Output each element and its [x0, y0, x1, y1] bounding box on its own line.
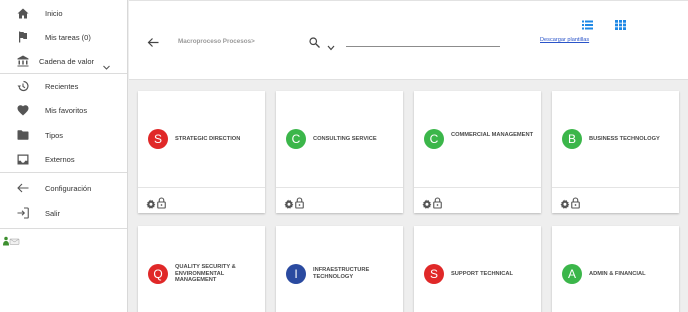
sidebar-item-configuracion[interactable]: Configuración — [0, 176, 127, 200]
sidebar-item-recientes[interactable]: Recientes — [0, 74, 127, 98]
sidebar-item-salir[interactable]: Salir — [0, 201, 127, 225]
card-title: SUPPORT TECHNICAL — [451, 270, 513, 277]
card-avatar: Q — [148, 264, 168, 284]
sidebar-item-label: Inicio — [45, 8, 63, 18]
card-footer — [552, 187, 679, 213]
sidebar-item-label: Mis favoritos — [45, 105, 88, 115]
lock-icon[interactable] — [571, 196, 580, 209]
bank-icon — [17, 54, 29, 68]
card-footer — [276, 187, 403, 213]
gear-icon[interactable] — [559, 197, 570, 209]
inbox-icon — [17, 152, 29, 166]
card-footer — [138, 187, 265, 213]
sidebar-item-label: Recientes — [45, 81, 79, 91]
back-arrow-icon[interactable] — [147, 35, 161, 47]
sidebar-item-label: Externos — [45, 154, 75, 164]
search-icon[interactable] — [309, 35, 320, 48]
download-templates-link[interactable]: Descargar plantillas — [540, 37, 589, 43]
sidebar-item-label: Configuración — [45, 183, 92, 193]
card-title: INFRAESTRUCTURE TECHNOLOGY — [313, 267, 370, 280]
grid-view-icon[interactable] — [615, 17, 626, 30]
user-status-icon[interactable] — [3, 233, 21, 246]
list-view-icon[interactable] — [582, 17, 593, 30]
lock-icon[interactable] — [295, 196, 304, 209]
sidebar-item-cadena-de-valor[interactable]: Cadena de valor — [0, 49, 127, 73]
folder-icon — [17, 128, 29, 142]
card-title: ADMIN & FINANCIAL — [589, 270, 646, 277]
gear-icon[interactable] — [145, 197, 156, 209]
card-title: BUSINESS TECHNOLOGY — [589, 135, 660, 142]
arrow-left-icon — [17, 181, 29, 195]
card-avatar: S — [148, 129, 168, 149]
lock-icon[interactable] — [157, 196, 166, 209]
card-avatar: C — [286, 129, 306, 149]
process-card[interactable]: S SUPPORT TECHNICAL — [414, 226, 541, 312]
card-avatar: A — [562, 264, 582, 284]
process-card[interactable]: S STRATEGIC DIRECTION — [138, 91, 265, 213]
sidebar-item-mis-tareas[interactable]: Mis tareas (0) — [0, 25, 127, 49]
lock-icon[interactable] — [433, 196, 442, 209]
sidebar-item-label: Tipos — [45, 130, 64, 140]
sidebar-item-inicio[interactable]: Inicio — [0, 1, 127, 25]
logout-icon — [17, 206, 29, 220]
search-input[interactable] — [346, 31, 500, 47]
heart-icon — [17, 103, 29, 117]
sidebar-item-label: Salir — [45, 208, 61, 218]
flag-icon — [17, 30, 29, 44]
card-title: COMMERCIAL MANAGEMENT — [451, 132, 534, 139]
sidebar-item-label: Cadena de valor — [39, 56, 95, 66]
process-card[interactable]: B BUSINESS TECHNOLOGY — [552, 91, 679, 213]
sidebar-item-label: Mis tareas (0) — [45, 32, 91, 42]
process-card[interactable]: Q QUALITY SECURITY & ENVIRONMENTAL MANAGE… — [138, 226, 265, 312]
gear-icon[interactable] — [283, 197, 294, 209]
card-avatar: S — [424, 264, 444, 284]
process-card[interactable]: C COMMERCIAL MANAGEMENT — [414, 91, 541, 213]
card-title: CONSULTING SERVICE — [313, 135, 377, 142]
card-title: STRATEGIC DIRECTION — [175, 135, 241, 142]
sidebar-item-externos[interactable]: Externos — [0, 147, 127, 171]
breadcrumb[interactable]: Macroproceso Procesos> — [178, 38, 255, 45]
gear-icon[interactable] — [421, 197, 432, 209]
sidebar-item-mis-favoritos[interactable]: Mis favoritos — [0, 98, 127, 122]
process-card[interactable]: C CONSULTING SERVICE — [276, 91, 403, 213]
card-title: QUALITY SECURITY & ENVIRONMENTAL MANAGEM… — [175, 264, 236, 284]
card-footer — [414, 187, 541, 213]
sidebar: Inicio Mis tareas (0) Cadena de valor Re… — [0, 0, 128, 312]
history-icon — [17, 79, 29, 93]
home-icon — [17, 6, 29, 20]
chevron-down-icon[interactable] — [327, 38, 335, 51]
top-bar: Macroproceso Procesos> Descargar plantil… — [129, 0, 688, 80]
process-card[interactable]: I INFRAESTRUCTURE TECHNOLOGY — [276, 226, 403, 312]
card-avatar: B — [562, 129, 582, 149]
divider — [0, 228, 127, 229]
card-avatar: C — [424, 129, 444, 149]
sidebar-item-tipos[interactable]: Tipos — [0, 123, 127, 147]
card-avatar: I — [286, 264, 306, 284]
process-card[interactable]: A ADMIN & FINANCIAL — [552, 226, 679, 312]
divider — [0, 172, 127, 173]
